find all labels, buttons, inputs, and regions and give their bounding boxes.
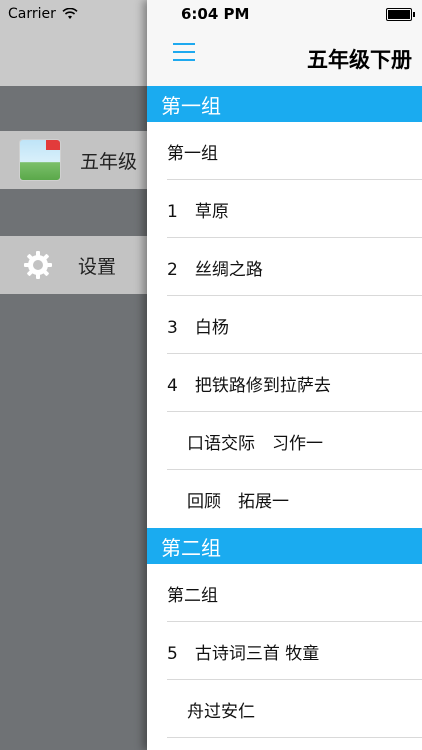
list-item[interactable]: 口语交际 习作一	[147, 412, 422, 470]
carrier-label: Carrier	[8, 6, 56, 22]
status-time: 6:04 PM	[181, 5, 250, 23]
drawer-header: Carrier	[0, 0, 147, 86]
wifi-icon	[62, 8, 78, 19]
battery-icon	[386, 8, 415, 21]
page-title: 五年级下册	[307, 48, 412, 72]
drawer-item-settings[interactable]: 设置	[0, 236, 147, 294]
section-header: 第二组	[147, 528, 422, 564]
side-drawer: Carrier 五年级 设置	[0, 0, 147, 750]
drawer-item-label: 五年级	[80, 150, 138, 173]
gear-icon	[24, 251, 52, 279]
list-item[interactable]: 第一组	[147, 122, 422, 180]
list-item[interactable]: 5 古诗词三首 牧童	[147, 622, 422, 680]
drawer-item-grade-book[interactable]: 五年级	[0, 131, 147, 189]
list-item[interactable]: 舟过安仁	[147, 680, 422, 738]
book-cover-icon	[19, 139, 61, 181]
menu-icon[interactable]	[173, 43, 195, 63]
list-item[interactable]: 4 把铁路修到拉萨去	[147, 354, 422, 412]
list-item[interactable]: 3 白杨	[147, 296, 422, 354]
nav-bar: 6:04 PM 五年级下册	[147, 0, 422, 86]
list-item[interactable]: 回顾 拓展一	[147, 470, 422, 528]
main-panel: 6:04 PM 五年级下册 第一组 第一组 1 草原 2 丝绸之路 3 白杨 4…	[147, 0, 422, 750]
list-item[interactable]: 第二组	[147, 564, 422, 622]
status-bar-left: Carrier	[8, 6, 78, 22]
drawer-item-label: 设置	[78, 255, 117, 278]
list-item[interactable]: 1 草原	[147, 180, 422, 238]
section-header: 第一组	[147, 86, 422, 122]
list-item[interactable]: 2 丝绸之路	[147, 238, 422, 296]
